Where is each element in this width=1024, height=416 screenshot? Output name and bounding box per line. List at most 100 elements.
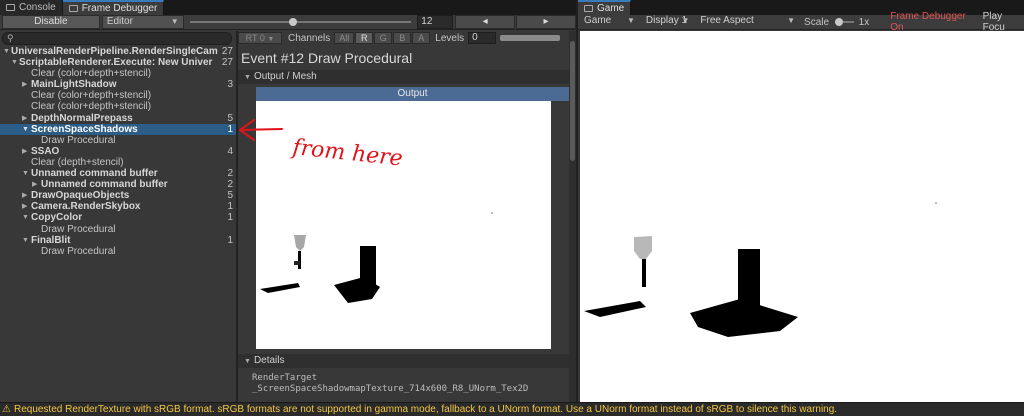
scale-slider[interactable] [835,18,854,26]
shadow-map-image [260,212,493,303]
game-mode-value: Game [584,15,612,26]
tree-row-count: 5 [227,190,233,202]
event-index-field[interactable]: 12 [417,15,454,29]
tree-row-label: MainLightShadow [31,79,117,91]
details-label: Details [253,355,285,366]
status-bar[interactable]: ⚠ Requested RenderTexture with sRGB forma… [0,402,1024,416]
tree-row-label: Draw Procedural [41,245,116,257]
prev-arrow-icon: ◂ [482,16,488,27]
tree-row[interactable]: ▶ Camera.RenderSkybox 1 [0,201,236,212]
tree-row[interactable]: Clear (color+depth+stencil) [0,68,236,79]
tree-row-label: UniversalRenderPipeline.RenderSingleCam [11,46,218,57]
frame-debugger-toolbar: Disable Editor ▼ 12 ◂ ▸ [0,15,576,30]
tree-row[interactable]: Draw Procedural [0,246,236,257]
tree-row-label: Unnamed command buffer [31,168,158,180]
output-tab[interactable]: Output [256,87,569,101]
tree-row-count: 5 [227,112,233,124]
tree-row-label: Draw Procedural [41,134,116,146]
collapsed-arrow-icon: ▶ [22,81,28,89]
tree-row-label: Clear (color+depth+stencil) [31,90,152,102]
channel-g-button[interactable]: G [374,32,393,44]
tree-row[interactable]: ▶ MainLightShadow 3 [0,79,236,90]
tree-row-label: Camera.RenderSkybox [31,201,141,213]
collapsed-arrow-icon: ▶ [22,147,28,155]
channel-a-button[interactable]: A [412,32,431,44]
next-arrow-icon: ▸ [543,16,549,27]
tree-row[interactable]: Clear (color+depth+stencil) [0,90,236,101]
aspect-value: Free Aspect [700,15,754,26]
display-dropdown[interactable]: Display 1 ▼ [642,15,693,29]
render-target-value: _ScreenSpaceShadowmapTexture_714x600_R8_… [252,384,529,394]
channel-r-button[interactable]: R [355,32,374,44]
expanded-arrow-icon: ▼ [244,358,251,365]
scale-label: Scale [804,16,830,28]
levels-range-slider[interactable] [500,35,561,41]
tree-row[interactable]: ▼ Unnamed command buffer 2 [0,168,236,179]
tree-row-count: 27 [221,57,233,69]
event-title: Event #12 Draw Procedural [241,50,413,66]
scrollbar-thumb[interactable] [570,41,575,161]
tree-row[interactable]: ▶ Unnamed command buffer 2 [0,179,236,190]
output-mesh-label: Output / Mesh [253,71,317,82]
scale-slider-track [835,18,854,26]
tree-row-count: 2 [227,179,233,191]
tab-console-label: Console [19,2,56,13]
aspect-dropdown[interactable]: Free Aspect ▼ [696,15,799,29]
expanded-arrow-icon: ▼ [22,214,29,222]
levels-label: Levels [435,32,465,44]
expanded-arrow-icon: ▼ [22,125,29,133]
tree-row[interactable]: ▼ UniversalRenderPipeline.RenderSingleCam… [0,46,236,57]
tree-row[interactable]: ▶ SSAO 4 [0,146,236,157]
event-slider[interactable] [189,18,412,26]
tree-row[interactable]: Draw Procedural [0,224,236,235]
game-viewport[interactable] [580,31,1024,402]
game-scene-image [584,202,937,337]
tree-row[interactable]: ▼ CopyColor 1 [0,212,236,223]
disable-button[interactable]: Disable [2,15,100,29]
rt-dropdown[interactable]: RT 0 ▼ [238,32,282,44]
event-slider-knob[interactable] [289,18,298,26]
previous-event-button[interactable]: ◂ [455,15,516,29]
channel-b-button[interactable]: B [393,32,412,44]
tree-row-label: FinalBlit [31,234,71,246]
tree-row[interactable]: ▶ DepthNormalPrepass 5 [0,113,236,124]
tree-row-selected[interactable]: ▼ ScreenSpaceShadows 1 [0,123,236,135]
expanded-arrow-icon: ▼ [22,236,29,244]
levels-field[interactable]: 0 [468,32,497,44]
collapsed-arrow-icon: ▶ [22,192,28,200]
tree-row[interactable]: Draw Procedural [0,135,236,146]
tree-row[interactable]: ▼ ScriptableRenderer.Execute: New Univer 2… [0,57,236,68]
channel-all-button[interactable]: All [334,32,355,44]
target-dropdown[interactable]: Editor ▼ [101,15,184,29]
collapsed-arrow-icon: ▶ [22,203,28,211]
tab-frame-debugger[interactable]: Frame Debugger [62,0,165,15]
tab-console[interactable]: Console [0,0,63,15]
tree-row[interactable]: Clear (color+depth+stencil) [0,101,236,112]
tree-row-count: 3 [227,79,233,91]
frame-debugger-on-label[interactable]: Frame Debugger On [890,11,975,33]
channels-label: Channels [288,32,331,44]
scale-slider-knob[interactable] [835,18,844,26]
next-event-button[interactable]: ▸ [516,15,576,29]
tree-row-label: Clear (color+depth+stencil) [31,101,152,113]
tree-row[interactable]: Clear (depth+stencil) [0,157,236,168]
tree-row-label: Draw Procedural [41,223,116,235]
tree-row-label: ScreenSpaceShadows [31,123,138,135]
chevron-down-icon: ▼ [170,17,179,26]
tree-row-count: 1 [227,201,233,213]
chevron-down-icon: ▼ [627,16,635,25]
tree-row[interactable]: ▼ FinalBlit 1 [0,235,236,246]
expanded-arrow-icon: ▼ [11,59,18,67]
play-focused-dropdown[interactable]: Play Focu [983,11,1024,33]
rt-dropdown-value: RT 0 [245,33,265,43]
frame-debugger-icon [68,5,78,12]
vertical-scrollbar[interactable] [569,31,576,402]
output-mesh-header[interactable]: ▼ Output / Mesh [238,70,569,84]
tree-row-label: ScriptableRenderer.Execute: New Univer [19,57,213,69]
details-header[interactable]: ▼ Details [238,354,569,368]
game-mode-dropdown[interactable]: Game ▼ [580,15,639,29]
tab-game[interactable]: Game [578,0,632,15]
tree-row-label: Clear (depth+stencil) [31,156,124,168]
tree-row[interactable]: ▶ DrawOpaqueObjects 5 [0,190,236,201]
tree-search-input[interactable]: ⚲ [2,32,232,45]
